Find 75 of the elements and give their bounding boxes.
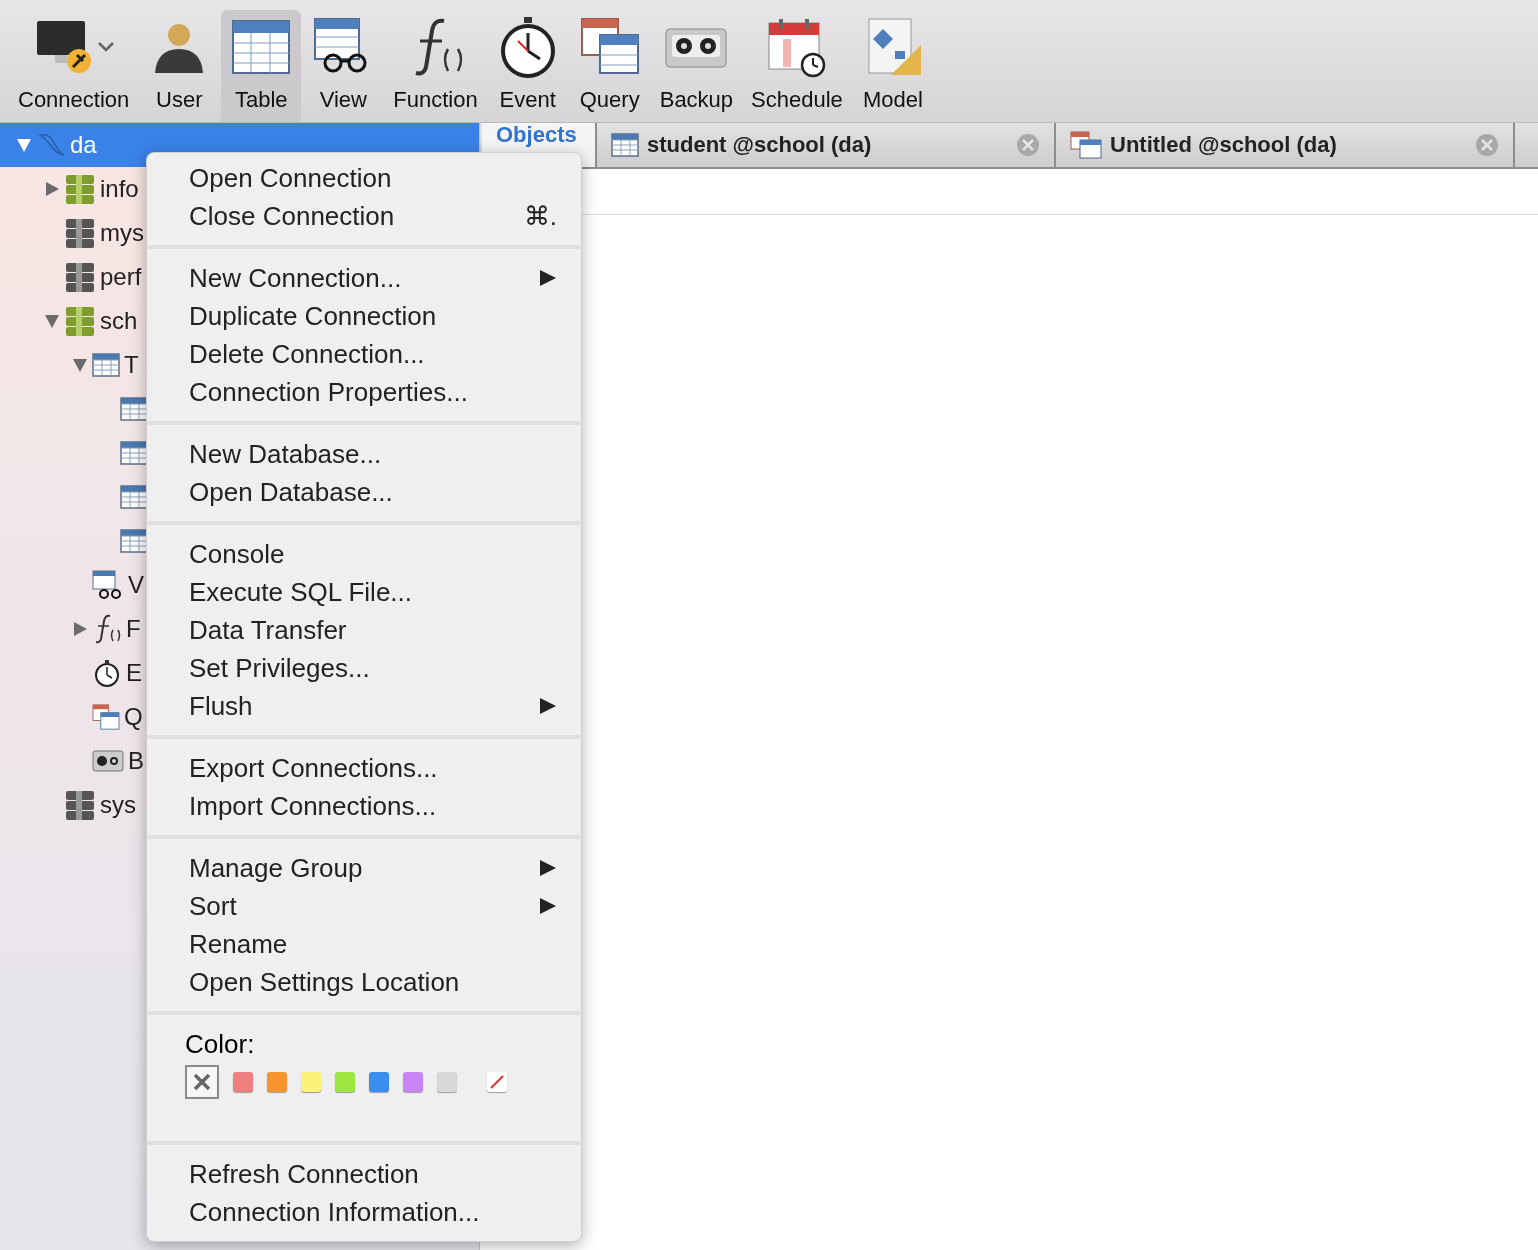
menu-item[interactable]: Open Settings Location: [147, 963, 581, 1001]
menu-item[interactable]: Execute SQL File...: [147, 573, 581, 611]
x-icon: [192, 1072, 212, 1092]
expand-triangle-icon[interactable]: [72, 621, 88, 637]
menu-item[interactable]: New Database...: [147, 435, 581, 473]
menu-item[interactable]: Rename: [147, 925, 581, 963]
table-icon: [120, 529, 148, 553]
collapse-triangle-icon[interactable]: [16, 137, 32, 153]
tree-item-label[interactable]: F: [126, 611, 141, 647]
collapse-triangle-icon[interactable]: [72, 357, 88, 373]
toolbar-button[interactable]: Event: [487, 10, 568, 122]
tab[interactable]: Untitled @school (da): [1056, 123, 1515, 167]
color-swatch[interactable]: [267, 1072, 287, 1092]
stacked-tables-icon: [1070, 131, 1102, 159]
menu-item[interactable]: Flush: [147, 687, 581, 725]
toolbar-button[interactable]: Table: [221, 10, 302, 122]
color-swatch[interactable]: [369, 1072, 389, 1092]
toolbar-button[interactable]: View: [303, 10, 384, 122]
table-icon: [120, 397, 148, 421]
menu-item[interactable]: New Connection...: [147, 259, 581, 297]
toolbar-button[interactable]: Query: [569, 10, 650, 122]
table-icon: [120, 485, 148, 509]
menu-item[interactable]: Console: [147, 535, 581, 573]
tree-item-label[interactable]: Q: [124, 699, 143, 735]
menu-item[interactable]: Close Connection ⌘.: [147, 197, 581, 235]
color-swatch[interactable]: [437, 1072, 457, 1092]
table-icon: [611, 133, 639, 157]
menu-item[interactable]: Connection Information...: [147, 1193, 581, 1231]
tab[interactable]: student @school (da): [597, 123, 1056, 167]
tree-item-label[interactable]: sys: [100, 787, 136, 823]
no-color-swatch[interactable]: [185, 1065, 219, 1099]
tree-item-label[interactable]: perf: [100, 259, 142, 295]
cassette-icon: [92, 749, 124, 773]
toolbar-button[interactable]: Schedule: [743, 10, 851, 122]
close-tab-icon[interactable]: [1475, 133, 1499, 157]
close-tab-icon[interactable]: [1016, 133, 1040, 157]
tree-item-label[interactable]: V: [128, 567, 144, 603]
color-swatch[interactable]: [301, 1072, 321, 1092]
menu-item[interactable]: Refresh Connection: [147, 1155, 581, 1193]
menu-item[interactable]: Connection Properties...: [147, 373, 581, 411]
custom-color-swatch[interactable]: [487, 1072, 507, 1092]
tree-item-label[interactable]: sch: [100, 303, 138, 339]
tree-item-label[interactable]: da: [70, 127, 97, 163]
stacked-tables-icon: [92, 704, 120, 730]
menu-item[interactable]: Duplicate Connection: [147, 297, 581, 335]
menu-item[interactable]: Delete Connection...: [147, 335, 581, 373]
toolbar-button[interactable]: User: [139, 10, 220, 122]
table-glasses-icon: [92, 570, 124, 600]
tree-item-label[interactable]: T: [124, 347, 139, 383]
toolbar-button[interactable]: Backup: [651, 10, 742, 122]
menu-item[interactable]: Manage Group: [147, 849, 581, 887]
menu-item[interactable]: Import Connections...: [147, 787, 581, 825]
tree-item-label[interactable]: mys: [100, 215, 144, 251]
menu-item[interactable]: Open Database...: [147, 473, 581, 511]
menu-item[interactable]: Export Connections...: [147, 749, 581, 787]
table-icon: [120, 441, 148, 465]
table-icon: [92, 353, 120, 377]
caret-icon[interactable]: [96, 41, 115, 53]
color-label: Color:: [185, 1027, 256, 1061]
toolbar-button[interactable]: Model: [852, 10, 933, 122]
color-swatch[interactable]: [403, 1072, 423, 1092]
tree-item-label[interactable]: E: [126, 655, 142, 691]
toolbar-button[interactable]: Function: [385, 10, 486, 122]
tree-item-label[interactable]: info: [100, 171, 139, 207]
menu-item[interactable]: Data Transfer: [147, 611, 581, 649]
menu-item[interactable]: Set Privileges...: [147, 649, 581, 687]
color-swatch[interactable]: [233, 1072, 253, 1092]
stopwatch-icon: [92, 658, 122, 688]
menu-item[interactable]: Sort: [147, 887, 581, 925]
toolbar-button[interactable]: Connection: [10, 10, 138, 122]
collapse-triangle-icon[interactable]: [44, 313, 60, 329]
color-swatch[interactable]: [335, 1072, 355, 1092]
shortcut-label: ⌘.: [523, 199, 557, 233]
expand-triangle-icon[interactable]: [44, 181, 60, 197]
tree-item-label[interactable]: B: [128, 743, 144, 779]
